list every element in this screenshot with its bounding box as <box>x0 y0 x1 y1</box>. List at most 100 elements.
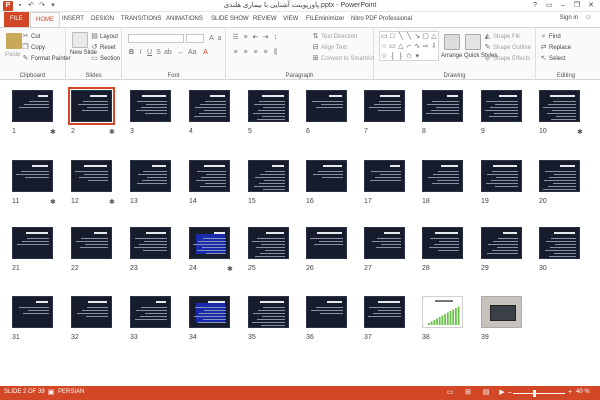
transition-star-icon[interactable]: ✱ <box>50 128 56 136</box>
line-spacing-icon[interactable]: ↕ <box>272 34 279 41</box>
quick-styles-icon[interactable] <box>465 34 481 50</box>
transition-star-icon[interactable]: ✱ <box>109 128 115 136</box>
bullets-icon[interactable]: ☰ <box>232 34 239 41</box>
slide-thumbnail[interactable] <box>481 160 522 192</box>
slide-thumbnail[interactable] <box>71 160 112 192</box>
slide-thumbnail[interactable] <box>539 160 580 192</box>
shape-corner-icon[interactable]: ⌐ <box>405 42 413 52</box>
slide-thumbnail[interactable] <box>71 227 112 259</box>
grow-font-icon[interactable]: A <box>208 35 215 42</box>
slide-thumbnail[interactable] <box>130 227 171 259</box>
shape-brace2-icon[interactable]: } <box>397 52 405 62</box>
shape-arrow-icon[interactable]: ↘ <box>413 32 421 42</box>
tab-animations[interactable]: ANIMATIONS <box>166 12 203 27</box>
section-button[interactable]: ▭ Section <box>91 55 120 62</box>
help-icon[interactable]: ? <box>528 0 542 11</box>
layout-button[interactable]: ▤ Layout <box>91 33 118 40</box>
tab-home[interactable]: HOME <box>30 12 60 27</box>
align-left-icon[interactable]: ≡ <box>232 49 239 56</box>
char-spacing-icon[interactable]: ↔ <box>177 49 184 56</box>
shrink-font-icon[interactable]: a <box>216 35 223 42</box>
restore-icon[interactable]: ❐ <box>570 0 584 11</box>
zoom-level[interactable]: 40 % <box>576 389 590 395</box>
slide-thumbnail[interactable] <box>12 160 53 192</box>
columns-icon[interactable]: ⫼ <box>272 49 279 56</box>
slide-thumbnail[interactable] <box>189 90 230 122</box>
tab-view[interactable]: VIEW <box>283 12 298 27</box>
align-center-icon[interactable]: ≡ <box>242 49 249 56</box>
select-button[interactable]: ↖ Select <box>540 55 566 62</box>
minimize-icon[interactable]: – <box>556 0 570 11</box>
tab-insert[interactable]: INSERT <box>62 12 84 27</box>
slide-thumbnail[interactable] <box>248 90 289 122</box>
slide-thumbnail[interactable] <box>189 227 230 259</box>
shape-star2-icon[interactable]: ✩ <box>405 52 413 62</box>
slide-thumbnail[interactable] <box>130 296 171 328</box>
shape-rect2-icon[interactable]: ▭ <box>388 42 396 52</box>
ribbon-display-icon[interactable]: ▭ <box>542 0 556 11</box>
change-case-icon[interactable]: Aa <box>188 49 197 56</box>
convert-smartart-button[interactable]: ⊞ Convert to SmartArt <box>312 55 374 62</box>
close-icon[interactable]: ✕ <box>584 0 598 11</box>
arrange-icon[interactable] <box>444 34 460 50</box>
paste-button[interactable]: Paste <box>5 52 20 58</box>
spellcheck-icon[interactable]: ▣ <box>47 389 55 397</box>
format-painter-button[interactable]: ✎ Format Painter <box>22 55 71 62</box>
user-icon[interactable]: ☺ <box>585 14 592 21</box>
shape-star-icon[interactable]: ☆ <box>380 52 388 62</box>
transition-star-icon[interactable]: ✱ <box>109 198 115 206</box>
slide-thumbnail[interactable] <box>306 227 347 259</box>
tab-design[interactable]: DESIGN <box>91 12 114 27</box>
arrange-button[interactable]: Arrange <box>441 53 462 59</box>
slide-thumbnail[interactable] <box>248 296 289 328</box>
slide-thumbnail[interactable] <box>248 227 289 259</box>
transition-star-icon[interactable]: ✱ <box>577 128 583 136</box>
copy-button[interactable]: ❐ Copy <box>22 44 45 51</box>
slide-thumbnail[interactable] <box>68 87 115 125</box>
zoom-in-icon[interactable]: + <box>566 389 574 397</box>
slideshow-view-icon[interactable]: ▶ <box>498 389 506 397</box>
shape-brace-icon[interactable]: { <box>388 52 396 62</box>
tab-transitions[interactable]: TRANSITIONS <box>121 12 161 27</box>
cut-button[interactable]: ✂ Cut <box>22 33 41 40</box>
normal-view-icon[interactable]: ▭ <box>446 389 454 397</box>
tab-review[interactable]: REVIEW <box>253 12 277 27</box>
tab-fileminimizer[interactable]: FILEminimizer <box>306 12 344 27</box>
shadow-icon[interactable]: S <box>155 49 162 56</box>
slide-thumbnail[interactable] <box>481 296 522 328</box>
transition-star-icon[interactable]: ✱ <box>227 265 233 273</box>
shape-fill-button[interactable]: ◭ Shape Fill <box>484 33 520 40</box>
shape-rectangle-icon[interactable]: ▭ <box>380 32 388 42</box>
new-slide-icon[interactable] <box>72 32 88 48</box>
slide-sorter-view-icon[interactable]: ⊞ <box>464 389 472 397</box>
transition-star-icon[interactable]: ✱ <box>50 198 56 206</box>
reading-view-icon[interactable]: ▤ <box>482 389 490 397</box>
slide-thumbnail[interactable] <box>422 90 463 122</box>
slide-thumbnail[interactable] <box>364 296 405 328</box>
slide-thumbnail[interactable] <box>306 160 347 192</box>
zoom-slider-track[interactable] <box>513 393 565 394</box>
numbering-icon[interactable]: ≡ <box>242 34 249 41</box>
slide-thumbnail[interactable] <box>12 227 53 259</box>
shape-right-arrow-icon[interactable]: ⇨ <box>421 42 429 52</box>
slide-thumbnail[interactable] <box>130 160 171 192</box>
replace-button[interactable]: ⇄ Replace <box>540 44 571 51</box>
shape-outline-button[interactable]: ✎ Shape Outline <box>484 44 531 51</box>
slide-thumbnail[interactable] <box>12 90 53 122</box>
font-name-input[interactable] <box>128 34 184 43</box>
decrease-indent-icon[interactable]: ⇤ <box>252 34 259 41</box>
shape-line-icon[interactable]: ╲ <box>397 32 405 42</box>
tab-file[interactable]: FILE <box>4 12 29 27</box>
slide-thumbnail[interactable] <box>422 296 463 328</box>
shape-rounded-icon[interactable]: ▢ <box>421 32 429 42</box>
increase-indent-icon[interactable]: ⇥ <box>262 34 269 41</box>
slide-thumbnail[interactable] <box>364 227 405 259</box>
bold-icon[interactable]: B <box>128 49 135 56</box>
shape-curve-icon[interactable]: ∿ <box>413 42 421 52</box>
tab-slide-show[interactable]: SLIDE SHOW <box>211 12 249 27</box>
underline-icon[interactable]: U <box>146 49 153 56</box>
font-size-input[interactable] <box>186 34 204 43</box>
language-status[interactable]: PERSIAN <box>58 389 84 395</box>
text-direction-button[interactable]: ⇅ Text Direction <box>312 33 358 40</box>
find-button[interactable]: ⌕ Find <box>540 33 561 40</box>
